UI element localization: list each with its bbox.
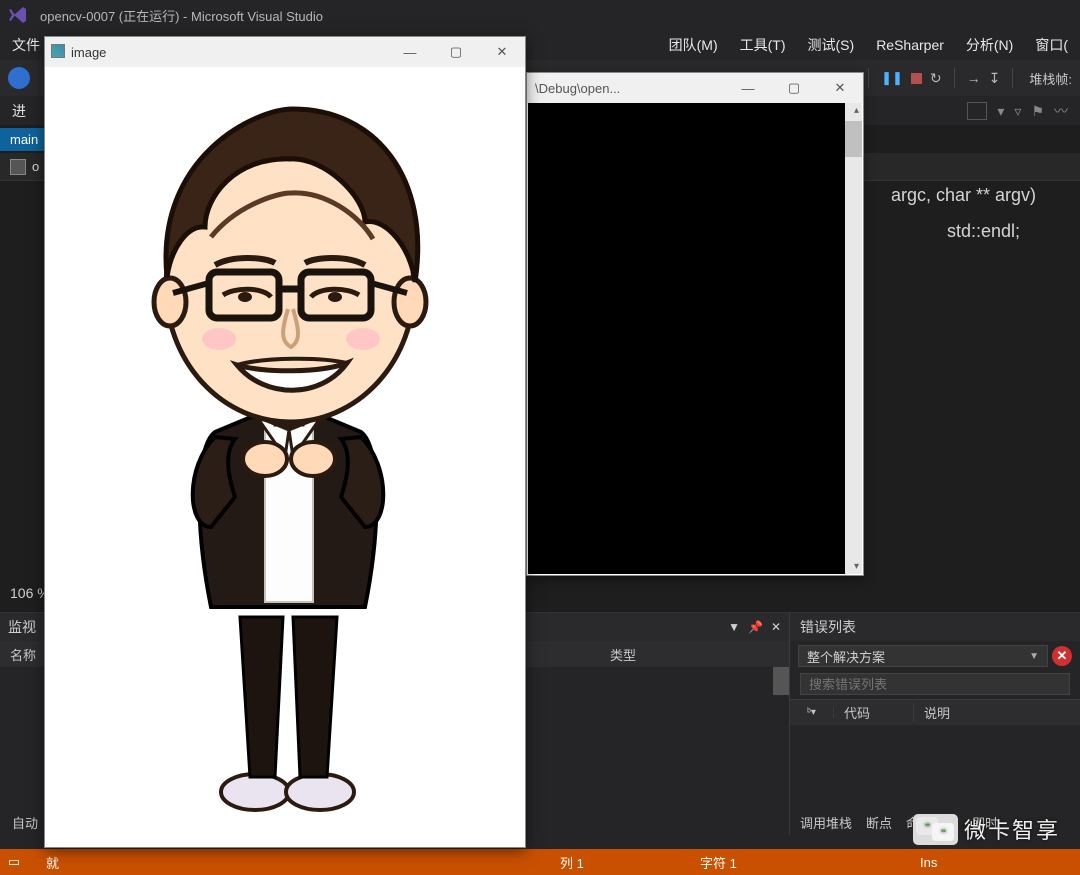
menu-tools[interactable]: 工具(T)	[740, 35, 786, 55]
restart-icon[interactable]: ↻	[930, 70, 942, 87]
chevron-down-icon[interactable]: ▾	[997, 103, 1004, 120]
menu-test[interactable]: 测试(S)	[808, 35, 855, 55]
flag-icon[interactable]: ⚑	[1031, 103, 1044, 120]
error-col-code[interactable]: 代码	[834, 703, 914, 722]
image-window-icon	[45, 44, 71, 61]
error-badge-icon[interactable]: ✕	[1052, 646, 1072, 666]
error-list-body[interactable]	[790, 725, 1080, 809]
maximize-button[interactable]: ▢	[771, 73, 817, 103]
step-into-icon[interactable]: →	[967, 70, 981, 86]
status-char: 字符 1	[700, 853, 737, 872]
watch-col-type[interactable]: 类型	[610, 645, 789, 664]
watch-panel-title: 监视	[8, 617, 36, 637]
tab-breakpoints[interactable]: 断点	[866, 813, 892, 832]
status-window-icon[interactable]: ▭	[0, 854, 28, 870]
separator	[868, 68, 869, 88]
status-column: 列 1	[560, 853, 584, 872]
wechat-icon: •• ••	[913, 814, 958, 845]
error-column-headers: ᵇ▾ 代码 说明	[790, 699, 1080, 725]
separator	[954, 68, 955, 88]
step-over-icon[interactable]: ↧	[989, 70, 1001, 87]
stack-frame-label: 堆栈帧:	[1029, 69, 1072, 88]
file-nav-label[interactable]: o	[32, 159, 39, 174]
code-line: std::endl;	[947, 221, 1020, 242]
console-output[interactable]: ▴ ▾	[528, 103, 862, 574]
menu-team[interactable]: 团队(M)	[669, 35, 718, 55]
watermark: •• •• 微卡智享	[913, 813, 1060, 845]
image-display	[45, 67, 525, 847]
process-label: 进	[12, 101, 26, 121]
console-window: \Debug\open... — ▢ ✕ ▴ ▾	[526, 72, 864, 576]
close-button[interactable]: ✕	[479, 37, 525, 67]
status-bar: ▭ 就 列 1 字符 1 Ins	[0, 849, 1080, 875]
separator	[1012, 68, 1013, 88]
error-list-panel: 错误列表 整个解决方案 ▼ ✕ ᵇ▾ 代码 说明 调用堆栈 断点 命令窗口 即时	[790, 613, 1080, 835]
console-title-text: \Debug\open...	[535, 81, 620, 96]
image-window: image — ▢ ✕	[44, 36, 526, 848]
chevron-down-icon: ▼	[1029, 651, 1039, 662]
tab-callstack[interactable]: 调用堆栈	[800, 813, 852, 832]
menu-window[interactable]: 窗口(	[1035, 35, 1068, 55]
dropdown-icon[interactable]: ▼	[728, 620, 740, 634]
window-title: opencv-0007 (正在运行) - Microsoft Visual St…	[40, 6, 323, 25]
code-line: argc, char ** argv)	[891, 185, 1036, 206]
image-title-bar[interactable]: image — ▢ ✕	[45, 37, 525, 67]
pause-icon[interactable]: ❚❚	[881, 70, 903, 86]
scrollbar-thumb[interactable]	[773, 667, 789, 695]
console-scroll-thumb[interactable]	[845, 121, 862, 157]
menu-resharper[interactable]: ReSharper	[876, 37, 944, 53]
vs-logo-icon	[8, 4, 30, 26]
pulse-icon[interactable]: 〰	[1054, 101, 1068, 121]
status-ins[interactable]: Ins	[920, 855, 937, 870]
autos-tab[interactable]: 自动	[12, 813, 38, 832]
watermark-text: 微卡智享	[964, 813, 1060, 845]
error-col-severity[interactable]: ᵇ▾	[790, 707, 834, 718]
minimize-button[interactable]: —	[387, 37, 433, 67]
close-button[interactable]: ✕	[817, 73, 863, 103]
stop-icon[interactable]	[911, 73, 922, 84]
cpp-file-icon	[10, 159, 26, 175]
tool-icon[interactable]	[967, 102, 987, 120]
error-search-input[interactable]	[800, 673, 1070, 695]
avatar-image	[115, 97, 455, 817]
minimize-button[interactable]: —	[725, 73, 771, 103]
error-scope-combo[interactable]: 整个解决方案 ▼	[798, 645, 1048, 667]
menu-analyze[interactable]: 分析(N)	[966, 35, 1013, 55]
filter-icon[interactable]: ▿	[1014, 103, 1021, 120]
pin-icon[interactable]: 📌	[748, 620, 763, 634]
image-title-text: image	[71, 45, 106, 60]
close-icon[interactable]: ✕	[771, 620, 781, 634]
menu-file[interactable]: 文件	[12, 35, 40, 55]
status-ready: 就	[28, 853, 77, 872]
title-bar: opencv-0007 (正在运行) - Microsoft Visual St…	[0, 0, 1080, 30]
error-col-desc[interactable]: 说明	[914, 703, 1080, 722]
maximize-button[interactable]: ▢	[433, 37, 479, 67]
nav-back-icon[interactable]	[8, 67, 30, 89]
console-title-bar[interactable]: \Debug\open... — ▢ ✕	[527, 73, 863, 103]
error-list-title: 错误列表	[790, 613, 1080, 641]
console-scrollbar[interactable]: ▴ ▾	[845, 103, 862, 574]
